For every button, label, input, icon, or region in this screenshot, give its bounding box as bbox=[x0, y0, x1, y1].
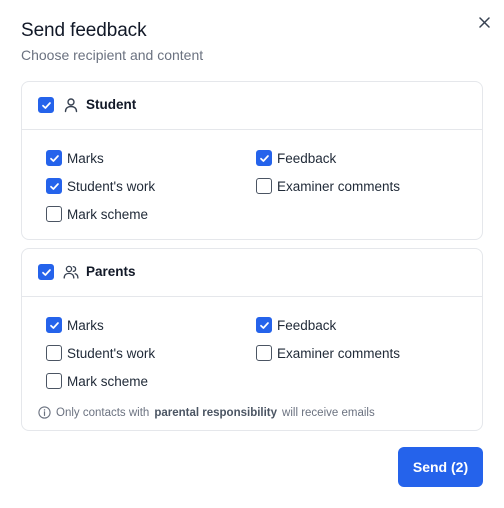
note-suffix: will receive emails bbox=[282, 406, 375, 419]
checkbox[interactable] bbox=[256, 317, 272, 333]
checkbox[interactable] bbox=[256, 150, 272, 166]
option-label: Marks bbox=[67, 150, 104, 166]
option-label: Examiner comments bbox=[277, 345, 401, 361]
option-label: Student's work bbox=[67, 178, 156, 194]
option-label: Feedback bbox=[277, 317, 337, 333]
parents-option-marks[interactable]: Marks bbox=[46, 316, 104, 334]
student-checkbox[interactable] bbox=[38, 97, 54, 113]
users-icon bbox=[63, 265, 79, 279]
student-section-label: Student bbox=[86, 97, 137, 112]
checkbox[interactable] bbox=[46, 178, 62, 194]
check-icon bbox=[49, 154, 59, 162]
parents-option-students-work[interactable]: Student's work bbox=[46, 344, 155, 362]
parents-section-header: Parents bbox=[22, 249, 482, 297]
close-icon bbox=[478, 16, 490, 28]
parents-checkbox[interactable] bbox=[38, 264, 54, 280]
student-option-marks[interactable]: Marks bbox=[46, 149, 104, 167]
send-button[interactable]: Send (2) bbox=[398, 447, 483, 487]
dialog-subtitle: Choose recipient and content bbox=[21, 47, 204, 63]
checkbox[interactable] bbox=[256, 345, 272, 361]
student-option-students-work[interactable]: Student's work bbox=[46, 177, 155, 195]
parental-responsibility-note: Only contacts with parental responsibili… bbox=[38, 406, 375, 419]
check-icon bbox=[49, 321, 59, 329]
student-section: Student Marks Feedback Student's work Ex… bbox=[21, 81, 483, 240]
student-section-header: Student bbox=[22, 82, 482, 130]
parents-section: Parents Marks Feedback Student's work Ex… bbox=[21, 248, 483, 431]
student-option-examiner-comments[interactable]: Examiner comments bbox=[256, 177, 400, 195]
checkbox[interactable] bbox=[46, 150, 62, 166]
parents-option-feedback[interactable]: Feedback bbox=[256, 316, 336, 334]
checkbox[interactable] bbox=[46, 373, 62, 389]
parents-section-label: Parents bbox=[86, 264, 136, 279]
check-icon bbox=[259, 321, 269, 329]
option-label: Mark scheme bbox=[67, 206, 149, 222]
dialog-title: Send feedback bbox=[21, 20, 147, 41]
send-feedback-dialog: Send feedback Choose recipient and conte… bbox=[0, 0, 504, 508]
option-label: Mark scheme bbox=[67, 373, 149, 389]
check-icon bbox=[41, 101, 51, 109]
checkbox[interactable] bbox=[256, 178, 272, 194]
student-option-mark-scheme[interactable]: Mark scheme bbox=[46, 205, 148, 223]
close-button[interactable] bbox=[474, 12, 494, 32]
student-option-feedback[interactable]: Feedback bbox=[256, 149, 336, 167]
check-icon bbox=[49, 182, 59, 190]
checkbox[interactable] bbox=[46, 317, 62, 333]
option-label: Feedback bbox=[277, 150, 337, 166]
parents-option-examiner-comments[interactable]: Examiner comments bbox=[256, 344, 400, 362]
option-label: Marks bbox=[67, 317, 104, 333]
info-icon bbox=[38, 406, 51, 419]
checkbox[interactable] bbox=[46, 206, 62, 222]
parents-option-mark-scheme[interactable]: Mark scheme bbox=[46, 372, 148, 390]
note-prefix: Only contacts with bbox=[56, 406, 150, 419]
check-icon bbox=[41, 268, 51, 276]
note-emphasis: parental responsibility bbox=[154, 406, 278, 419]
option-label: Examiner comments bbox=[277, 178, 401, 194]
user-icon bbox=[64, 98, 78, 113]
check-icon bbox=[259, 154, 269, 162]
option-label: Student's work bbox=[67, 345, 156, 361]
checkbox[interactable] bbox=[46, 345, 62, 361]
